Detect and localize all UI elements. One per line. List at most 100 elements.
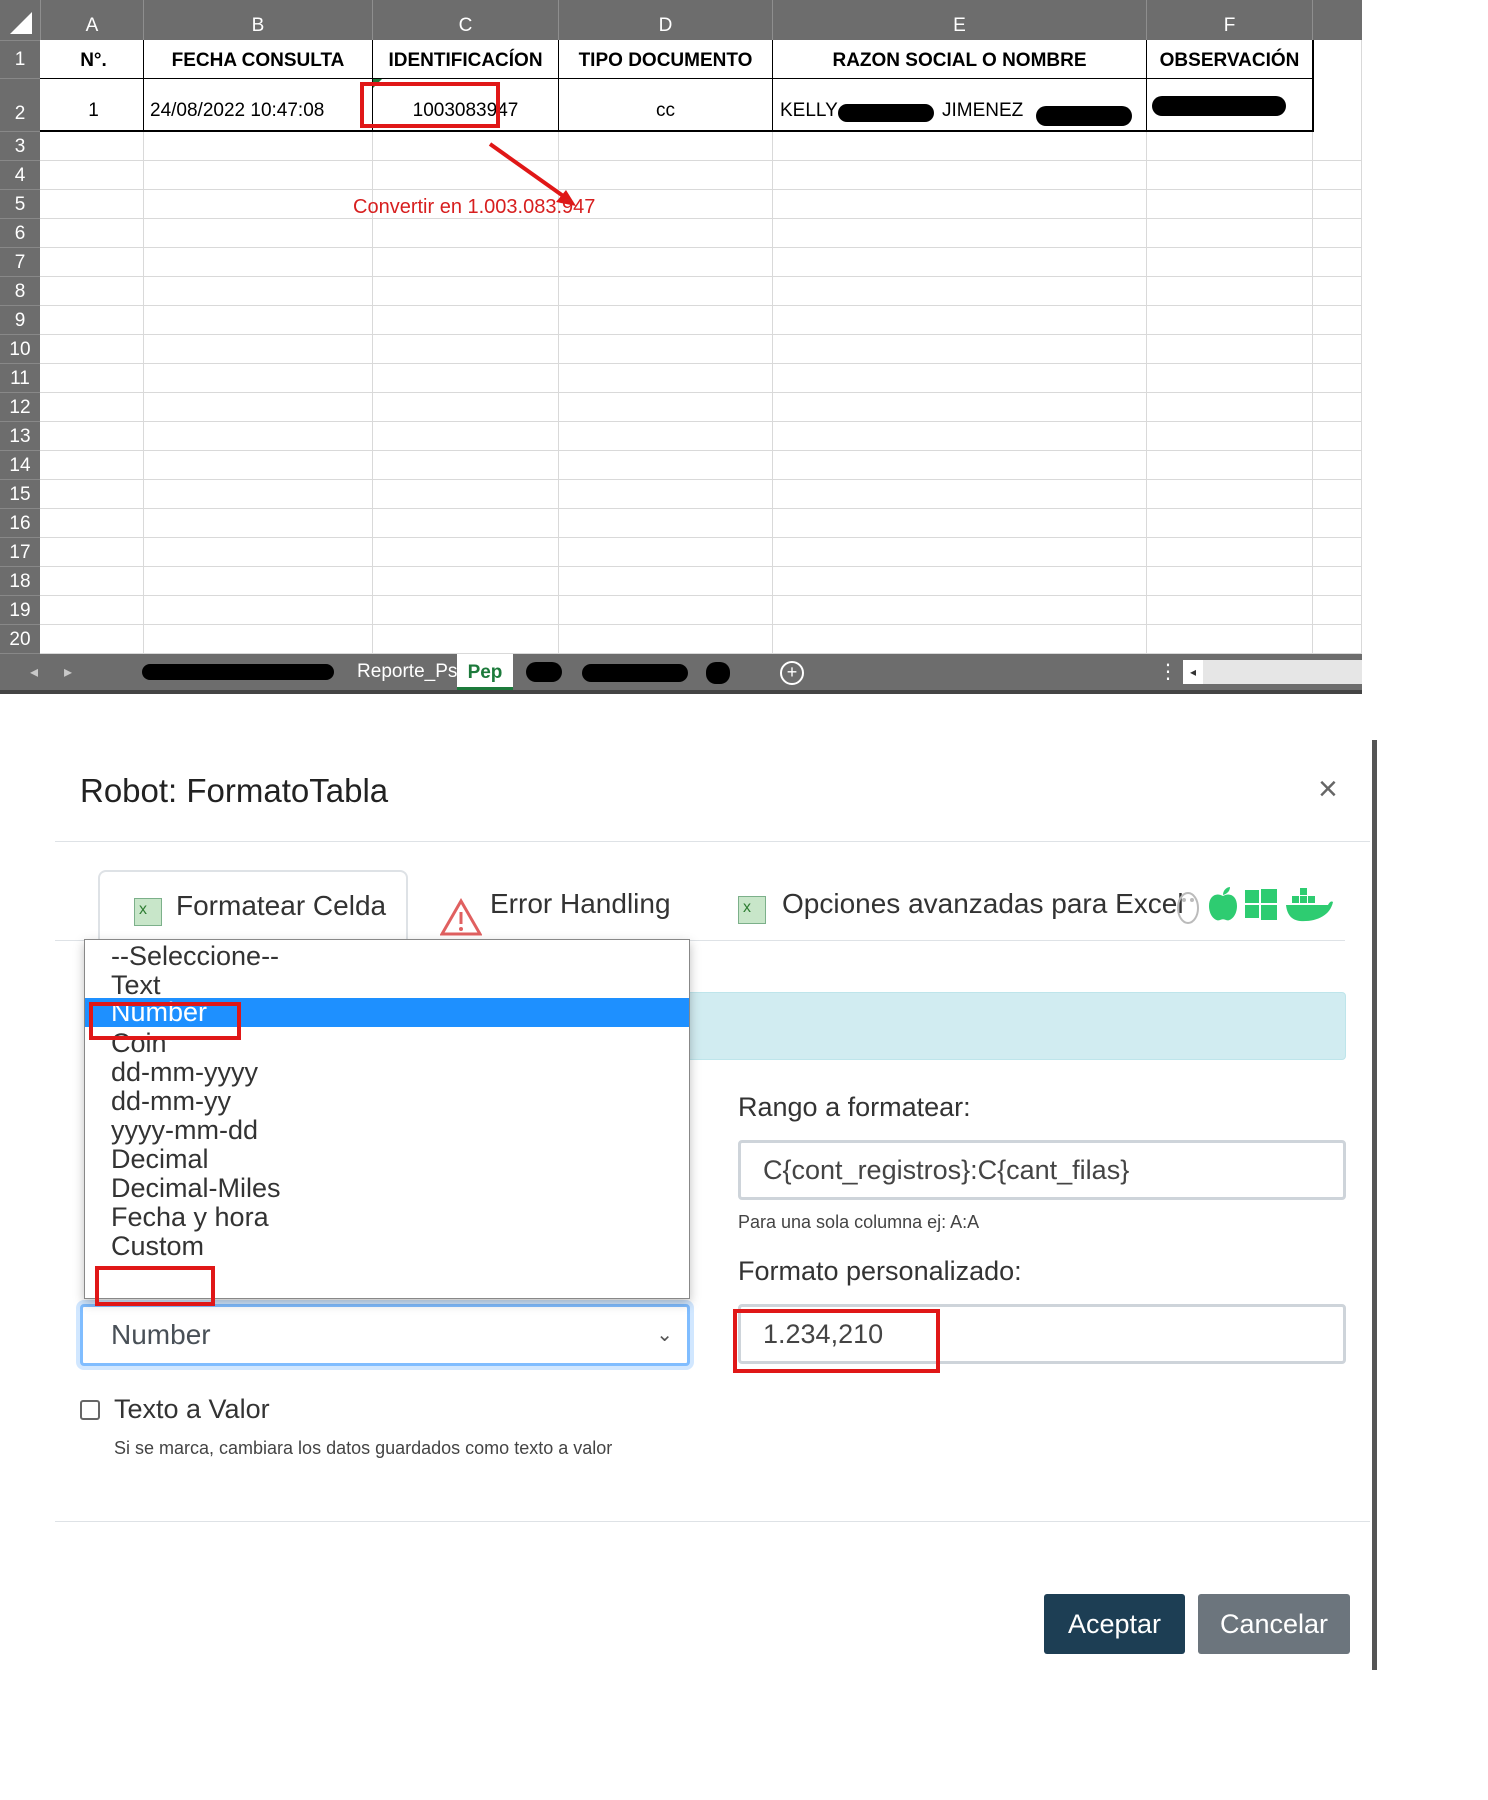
table-border xyxy=(40,130,1313,132)
linux-icon xyxy=(1177,892,1199,924)
format-select[interactable]: Number ⌄ xyxy=(80,1304,690,1366)
row-header[interactable]: 2 xyxy=(0,78,40,131)
rango-input[interactable]: C{cont_registros}:C{cant_filas} xyxy=(738,1140,1346,1200)
cell-a1[interactable]: N°. xyxy=(44,44,143,78)
column-header-b[interactable]: B xyxy=(143,0,372,40)
tab-label: Error Handling xyxy=(490,888,671,919)
close-icon[interactable]: × xyxy=(1318,770,1338,809)
cancelar-button[interactable]: Cancelar xyxy=(1198,1594,1350,1654)
column-header-c[interactable]: C xyxy=(372,0,558,40)
formato-label: Formato personalizado: xyxy=(738,1256,1022,1286)
column-header-a[interactable]: A xyxy=(40,0,143,40)
redacted-tab[interactable] xyxy=(582,664,688,682)
cell-e1[interactable]: RAZON SOCIAL O NOMBRE xyxy=(773,44,1146,78)
column-header-d[interactable]: D xyxy=(558,0,772,40)
excel-icon xyxy=(134,898,162,926)
scroll-left-icon[interactable]: ◂ xyxy=(1183,660,1203,684)
column-header-f[interactable]: F xyxy=(1146,0,1312,40)
grid-line xyxy=(1146,40,1147,654)
warning-icon xyxy=(440,898,482,936)
row-header[interactable]: 20 xyxy=(0,624,40,653)
cell-a2[interactable]: 1 xyxy=(44,100,143,122)
table-border xyxy=(1312,40,1314,132)
grid-line xyxy=(40,479,1362,480)
tab-label: Formatear Celda xyxy=(176,890,387,921)
docker-icon xyxy=(1286,888,1333,922)
divider xyxy=(55,841,1370,842)
row-header[interactable]: 18 xyxy=(0,566,40,595)
row-header[interactable]: 11 xyxy=(0,363,40,392)
annotation-note: Convertir en 1.003.083.947 xyxy=(353,196,596,218)
row-header[interactable]: 10 xyxy=(0,334,40,363)
redacted-mark xyxy=(838,104,934,122)
cell-e2-last[interactable]: JIMENEZ xyxy=(942,100,1023,122)
grid-line xyxy=(1361,40,1362,654)
row-header[interactable]: 6 xyxy=(0,218,40,247)
sheet-tab-bar: ◂ ▸ Reporte_Pso Pep + ⋮ ◂ xyxy=(0,654,1362,694)
cell-b1[interactable]: FECHA CONSULTA xyxy=(144,44,372,78)
select-all-corner[interactable] xyxy=(0,0,40,40)
cell-d2[interactable]: cc xyxy=(559,100,772,122)
grid-line xyxy=(1312,40,1313,654)
tab-formatear-celda[interactable]: Formatear Celda xyxy=(98,870,408,942)
grid-line xyxy=(40,624,1362,625)
divider xyxy=(55,1521,1370,1522)
column-header-g[interactable]: G xyxy=(1312,0,1441,40)
cell-d1[interactable]: TIPO DOCUMENTO xyxy=(559,44,772,78)
tab-label: Opciones avanzadas para Excel xyxy=(782,888,1184,919)
redacted-tab[interactable] xyxy=(706,662,730,684)
apple-icon xyxy=(1209,887,1237,921)
grid-line xyxy=(40,305,1362,306)
dialog-title: Robot: FormatoTabla xyxy=(80,772,389,809)
column-header-e[interactable]: E xyxy=(772,0,1146,40)
format-dropdown-list: --Seleccione-- Text Number Coin dd-mm-yy… xyxy=(84,939,690,1299)
texto-a-valor-checkbox[interactable] xyxy=(80,1400,100,1420)
row-header[interactable]: 4 xyxy=(0,160,40,189)
grid-line xyxy=(372,40,373,654)
row-header[interactable]: 15 xyxy=(0,479,40,508)
horizontal-scrollbar[interactable] xyxy=(1183,660,1362,684)
highlight-box xyxy=(360,82,500,128)
excel-icon xyxy=(738,896,766,924)
row-header[interactable]: 13 xyxy=(0,421,40,450)
cell-c1[interactable]: IDENTIFICACÍON xyxy=(373,44,558,78)
row-header[interactable]: 5 xyxy=(0,189,40,218)
row-header[interactable]: 14 xyxy=(0,450,40,479)
spreadsheet: A B C D E F G 1 2 3 4 5 6 7 8 9 10 11 12 13 14 15 16 1… xyxy=(0,0,1384,694)
cell-f1[interactable]: OBSERVACIÓN xyxy=(1147,44,1312,78)
cell-e2-first[interactable]: KELLY xyxy=(780,100,838,122)
row-header[interactable]: 12 xyxy=(0,392,40,421)
row-header[interactable]: 8 xyxy=(0,276,40,305)
grid-line xyxy=(40,334,1362,335)
sheet-tab-pep[interactable]: Pep xyxy=(457,654,513,690)
aceptar-button[interactable]: Aceptar xyxy=(1044,1594,1185,1654)
more-options-icon[interactable]: ⋮ xyxy=(1158,654,1178,690)
row-header[interactable]: 1 xyxy=(0,40,40,78)
prev-sheet-icon[interactable]: ◂ xyxy=(30,654,38,692)
grid-line xyxy=(772,40,773,654)
grid-line xyxy=(40,595,1362,596)
add-sheet-icon[interactable]: + xyxy=(780,661,804,685)
dropdown-option[interactable]: Custom xyxy=(85,1230,689,1263)
grid-line xyxy=(143,40,144,654)
row-header[interactable]: 19 xyxy=(0,595,40,624)
grid-line xyxy=(40,189,1362,190)
row-header[interactable]: 9 xyxy=(0,305,40,334)
grid-line xyxy=(40,421,1362,422)
row-header[interactable]: 7 xyxy=(0,247,40,276)
next-sheet-icon[interactable]: ▸ xyxy=(64,654,72,692)
select-all-triangle-icon xyxy=(10,12,32,34)
tab-error-handling[interactable]: Error Handling xyxy=(438,870,698,940)
highlight-box xyxy=(95,1266,215,1306)
redacted-tab[interactable] xyxy=(142,664,334,680)
redacted-tab[interactable] xyxy=(526,662,562,682)
tab-opciones-avanzadas[interactable]: Opciones avanzadas para Excel xyxy=(730,870,1370,940)
table-border xyxy=(40,78,1313,79)
window-edge xyxy=(1372,740,1377,1670)
row-header[interactable]: 17 xyxy=(0,537,40,566)
formato-tabla-dialog: Robot: FormatoTabla × Formatear Celda Er… xyxy=(0,740,1488,1800)
row-header[interactable]: 16 xyxy=(0,508,40,537)
row-header[interactable]: 3 xyxy=(0,131,40,160)
texto-a-valor-label[interactable]: Texto a Valor xyxy=(114,1394,270,1425)
cell-b2[interactable]: 24/08/2022 10:47:08 xyxy=(150,100,372,122)
